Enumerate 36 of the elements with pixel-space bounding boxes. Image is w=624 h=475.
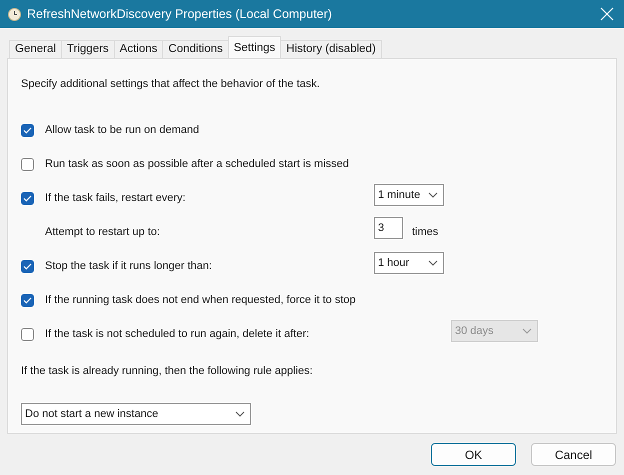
clock-icon <box>8 8 21 20</box>
setting-label: Attempt to restart up to: <box>45 226 161 238</box>
times-label: times <box>412 226 438 238</box>
checkbox[interactable] <box>21 158 34 170</box>
tab[interactable]: History (disabled) <box>280 40 382 58</box>
setting-label: If the task fails, restart every: <box>45 192 187 204</box>
check-icon <box>23 296 32 304</box>
duration-dropdown[interactable]: 1 minute <box>374 184 444 206</box>
close-icon[interactable] <box>598 5 616 23</box>
dialog-button[interactable]: Cancel <box>531 443 616 466</box>
checkbox[interactable] <box>21 328 34 340</box>
check-icon <box>23 194 32 202</box>
checkbox[interactable] <box>21 260 34 272</box>
duration-dropdown[interactable]: 1 hour <box>374 252 444 274</box>
rule-label: If the task is already running, then the following rule applies: <box>21 365 314 377</box>
chevron-icon <box>428 192 438 198</box>
setting-label: Stop the task if it runs longer than: <box>45 260 213 272</box>
restart-count-field[interactable]: 3 <box>374 217 403 239</box>
tab[interactable]: Settings <box>228 36 282 58</box>
description-text: Specify additional settings that affect the behavior of the task. <box>21 78 321 92</box>
setting-label: If the running task does not end when requested, force it to stop <box>45 294 357 306</box>
setting-label: If the task is not scheduled to run again, delete it after: <box>45 328 310 340</box>
setting-label: Run task as soon as possible after a scheduled start is missed <box>45 158 350 170</box>
checkbox[interactable] <box>21 294 34 306</box>
rule-dropdown[interactable]: Do not start a new instance <box>21 403 251 425</box>
dialog-button[interactable]: OK <box>431 443 516 466</box>
setting-label: Allow task to be run on demand <box>45 124 200 136</box>
check-icon <box>23 126 32 134</box>
chevron-icon <box>235 411 245 417</box>
chevron-icon <box>522 328 532 334</box>
window-title: RefreshNetworkDiscovery Properties (Local Computer) <box>27 7 333 21</box>
chevron-icon <box>428 260 438 266</box>
checkbox[interactable] <box>21 192 34 204</box>
tab[interactable]: General <box>9 40 62 58</box>
checkbox[interactable] <box>21 124 34 136</box>
check-icon <box>23 262 32 270</box>
